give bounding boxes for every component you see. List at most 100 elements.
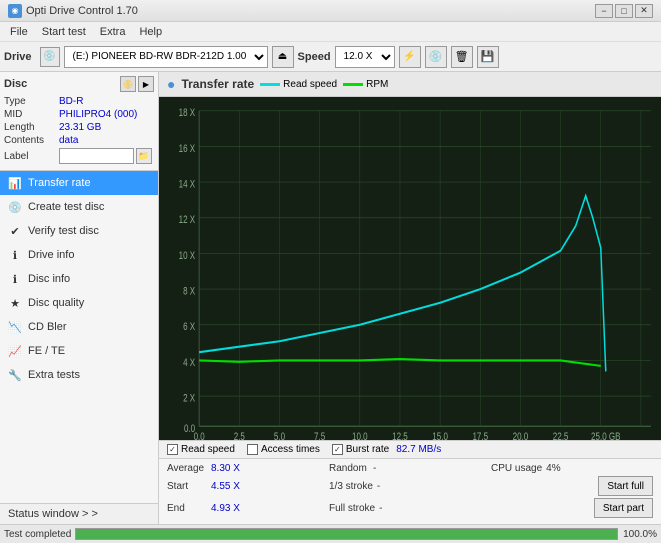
- bottom-status-bar: Test completed 100.0%: [0, 524, 661, 543]
- read-speed-checkbox[interactable]: ✓: [167, 444, 178, 455]
- disc-label-row: Label 📁: [4, 148, 154, 164]
- average-value: 8.30 X: [211, 463, 251, 474]
- disc-button[interactable]: 💿: [425, 46, 447, 68]
- menu-file[interactable]: File: [4, 24, 34, 40]
- legend-rpm-color: [343, 83, 363, 86]
- length-value: 23.31 GB: [59, 122, 154, 133]
- verify-test-disc-icon: ✔: [8, 224, 22, 238]
- disc-type-row: Type BD-R: [4, 96, 154, 107]
- svg-text:16 X: 16 X: [179, 143, 196, 156]
- disc-icons: 📀 ▶: [120, 76, 154, 92]
- svg-text:22.5: 22.5: [553, 431, 569, 440]
- nav-disc-quality[interactable]: ★ Disc quality: [0, 291, 158, 315]
- mid-label: MID: [4, 109, 59, 120]
- status-area: Status window > >: [0, 503, 158, 524]
- progress-bar-fill: [76, 529, 617, 539]
- label-label: Label: [4, 151, 59, 162]
- access-times-checkbox-item[interactable]: Access times: [247, 444, 320, 455]
- chart-area: ● Transfer rate Read speed RPM: [159, 72, 661, 524]
- burst-rate-checkbox-item[interactable]: ✓ Burst rate 82.7 MB/s: [332, 444, 441, 455]
- title-text: Opti Drive Control 1.70: [26, 5, 138, 17]
- legend-rpm: RPM: [343, 79, 388, 90]
- nav-drive-info[interactable]: ℹ Drive info: [0, 243, 158, 267]
- extra-tests-icon: 🔧: [8, 368, 22, 382]
- nav-disc-quality-label: Disc quality: [28, 297, 84, 309]
- disc-title: Disc: [4, 78, 27, 90]
- contents-label: Contents: [4, 135, 59, 146]
- nav-disc-info[interactable]: ℹ Disc info: [0, 267, 158, 291]
- contents-value: data: [59, 135, 154, 146]
- disc-section: Disc 📀 ▶ Type BD-R MID PHILIPRO4 (000) L…: [0, 72, 158, 171]
- minimize-button[interactable]: −: [595, 4, 613, 18]
- drive-info-icon: ℹ: [8, 248, 22, 262]
- legend-read-speed: Read speed: [260, 79, 337, 90]
- svg-text:10.0: 10.0: [352, 431, 368, 440]
- mid-value: PHILIPRO4 (000): [59, 109, 154, 120]
- disc-mid-row: MID PHILIPRO4 (000): [4, 109, 154, 120]
- stat-cpu-group: CPU usage 4%: [491, 463, 653, 474]
- end-label: End: [167, 503, 207, 514]
- disc-length-row: Length 23.31 GB: [4, 122, 154, 133]
- stat-stroke1-group: 1/3 stroke -: [329, 481, 491, 492]
- start-part-button[interactable]: Start part: [594, 498, 653, 518]
- nav-cd-bler-label: CD Bler: [28, 321, 67, 333]
- nav-transfer-rate-label: Transfer rate: [28, 177, 91, 189]
- type-value: BD-R: [59, 96, 154, 107]
- nav-create-test-disc[interactable]: 💿 Create test disc: [0, 195, 158, 219]
- nav-verify-test-disc[interactable]: ✔ Verify test disc: [0, 219, 158, 243]
- length-label: Length: [4, 122, 59, 133]
- erase-button[interactable]: 🗑: [451, 46, 473, 68]
- nav-fe-te[interactable]: 📈 FE / TE: [0, 339, 158, 363]
- nav-fe-te-label: FE / TE: [28, 345, 65, 357]
- save-button[interactable]: 💾: [477, 46, 499, 68]
- start-full-wrapper: Start full: [491, 476, 653, 496]
- nav-create-test-disc-label: Create test disc: [28, 201, 104, 213]
- svg-text:12 X: 12 X: [179, 214, 196, 227]
- legend-read-speed-label: Read speed: [283, 79, 337, 90]
- close-button[interactable]: ✕: [635, 4, 653, 18]
- nav-transfer-rate[interactable]: 📊 Transfer rate: [0, 171, 158, 195]
- start-value: 4.55 X: [211, 481, 251, 492]
- checkbox-row: ✓ Read speed Access times ✓ Burst rate 8…: [159, 440, 661, 458]
- disc-icon-btn1[interactable]: 📀: [120, 76, 136, 92]
- status-window-button[interactable]: Status window > >: [0, 504, 158, 524]
- access-times-checkbox[interactable]: [247, 444, 258, 455]
- label-input[interactable]: [59, 148, 134, 164]
- stroke-1-label: 1/3 stroke: [329, 481, 373, 492]
- maximize-button[interactable]: □: [615, 4, 633, 18]
- drive-select[interactable]: (E:) PIONEER BD-RW BDR-212D 1.00: [64, 46, 268, 68]
- menu-bar: File Start test Extra Help: [0, 22, 661, 42]
- stats-row-3: End 4.93 X Full stroke - Start part: [167, 498, 653, 518]
- stat-start-group: Start 4.55 X: [167, 481, 329, 492]
- nav-extra-tests-label: Extra tests: [28, 369, 80, 381]
- svg-text:6 X: 6 X: [183, 321, 196, 334]
- read-speed-checkbox-label: Read speed: [181, 444, 235, 455]
- chart-title: Transfer rate: [181, 77, 254, 91]
- menu-help[interactable]: Help: [133, 24, 168, 40]
- disc-icon-btn2[interactable]: ▶: [138, 76, 154, 92]
- disc-quality-icon: ★: [8, 296, 22, 310]
- menu-extra[interactable]: Extra: [94, 24, 132, 40]
- svg-text:17.5: 17.5: [472, 431, 488, 440]
- cd-bler-icon: 📉: [8, 320, 22, 334]
- stat-average-group: Average 8.30 X: [167, 463, 329, 474]
- menu-start-test[interactable]: Start test: [36, 24, 92, 40]
- eject-button[interactable]: ⏏: [272, 46, 294, 68]
- speed-select[interactable]: 12.0 X ↓: [335, 46, 395, 68]
- stat-full-stroke-group: Full stroke -: [329, 503, 491, 514]
- svg-text:0.0: 0.0: [194, 431, 205, 440]
- chart-svg: 18 X 16 X 14 X 12 X 10 X 8 X 6 X 4 X 2 X…: [159, 97, 661, 440]
- svg-text:18 X: 18 X: [179, 107, 196, 120]
- nav-extra-tests[interactable]: 🔧 Extra tests: [0, 363, 158, 387]
- average-label: Average: [167, 463, 207, 474]
- label-folder-btn[interactable]: 📁: [136, 148, 152, 164]
- title-bar-left: ◉ Opti Drive Control 1.70: [8, 4, 138, 18]
- drive-icon: 💿: [40, 47, 60, 67]
- nav-cd-bler[interactable]: 📉 CD Bler: [0, 315, 158, 339]
- title-bar: ◉ Opti Drive Control 1.70 − □ ✕: [0, 0, 661, 22]
- burst-rate-checkbox[interactable]: ✓: [332, 444, 343, 455]
- fe-te-icon: 📈: [8, 344, 22, 358]
- start-full-button[interactable]: Start full: [598, 476, 653, 496]
- read-speed-checkbox-item[interactable]: ✓ Read speed: [167, 444, 235, 455]
- legend-rpm-label: RPM: [366, 79, 388, 90]
